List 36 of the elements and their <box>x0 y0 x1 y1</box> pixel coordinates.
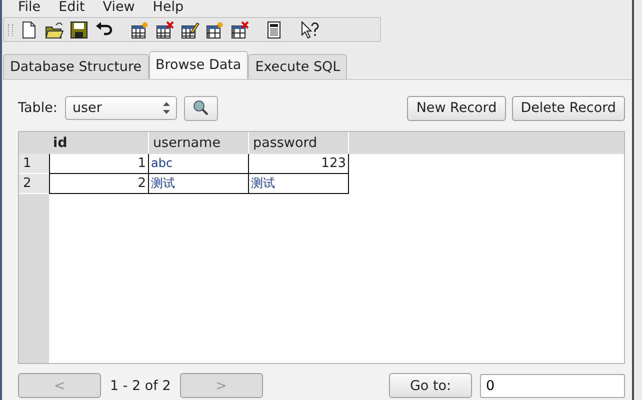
create-table-icon[interactable] <box>129 20 150 40</box>
goto-button[interactable]: Go to: <box>389 373 472 398</box>
search-button[interactable] <box>184 96 218 120</box>
tab[interactable]: Database Structure <box>3 54 149 79</box>
table-cell: 123 <box>249 154 349 174</box>
save-icon[interactable] <box>69 20 90 40</box>
tab[interactable]: Browse Data <box>148 51 248 79</box>
menu-item[interactable]: File <box>10 0 51 15</box>
table-cell: 测试 <box>149 174 249 194</box>
column-header[interactable]: id <box>49 132 149 154</box>
record-button[interactable]: Delete Record <box>512 96 625 120</box>
column-header[interactable]: password <box>249 132 349 154</box>
edit-table-icon[interactable] <box>179 20 200 40</box>
record-button[interactable]: New Record <box>407 96 506 120</box>
row-header[interactable]: 1 <box>19 154 49 174</box>
search-icon <box>192 100 210 116</box>
delete-table-icon[interactable] <box>154 20 175 40</box>
table-cell: abc <box>149 154 249 174</box>
spinner-arrows-icon <box>163 102 170 114</box>
table-label: Table: <box>18 100 58 116</box>
menu-item[interactable]: Help <box>144 0 194 15</box>
table-cell: 1 <box>49 154 149 174</box>
open-folder-icon[interactable] <box>44 20 65 40</box>
menu-item[interactable]: View <box>94 0 145 15</box>
row-header[interactable]: 2 <box>19 174 49 194</box>
create-index-icon[interactable] <box>204 20 225 40</box>
table-cell: 2 <box>49 174 149 194</box>
delete-index-icon[interactable] <box>229 20 250 40</box>
whats-this-icon[interactable] <box>299 20 320 40</box>
menu-item[interactable]: Edit <box>50 0 95 15</box>
goto-field[interactable]: 0 <box>480 374 625 398</box>
tab[interactable]: Execute SQL <box>248 54 348 79</box>
table-dropdown[interactable]: user <box>65 96 178 120</box>
column-header[interactable]: username <box>149 132 249 154</box>
table-cell: 测试 <box>249 174 349 194</box>
record-range: 1 - 2 of 2 <box>110 378 171 394</box>
